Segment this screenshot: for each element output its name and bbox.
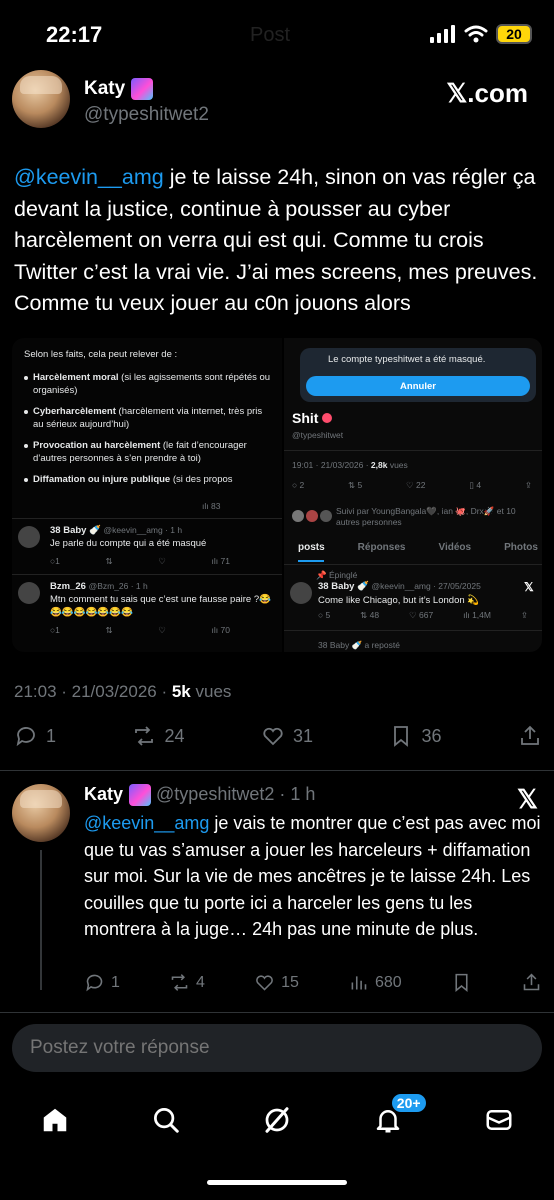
media-image-left[interactable]: Selon les faits, cela peut relever de : … [12, 338, 282, 652]
legal-item: Cyberharcèlement (harcèlement via intern… [24, 405, 274, 431]
reply-header: Katy @typeshitwet2 · 1 h [84, 784, 315, 807]
bookmark-button[interactable]: 36 [389, 724, 442, 748]
x-com-logo: 𝕏.com [446, 78, 528, 108]
mini-reply: 38 Baby 🍼 @keevin__amg · 1 h Je parle du… [18, 524, 276, 567]
mini-pinned-stats: ○ 5 ⇅ 48 ♡ 667 ılı 1,4M ⇪ [318, 610, 528, 620]
mini-pinned-header: 38 Baby 🍼 @keevin__amg · 27/05/2025 [318, 581, 481, 592]
name-emoji-icon [131, 78, 154, 100]
nav-home[interactable] [35, 1100, 75, 1140]
mini-pinned-text: Come like Chicago, but it’s London 💫 [318, 595, 480, 606]
mini-profile-handle: @typeshitwet [292, 430, 344, 440]
tweet-meta: 21:03 · 21/03/2026 · 5k vues [14, 682, 232, 701]
search-icon [154, 1108, 179, 1133]
repost-button[interactable]: 24 [132, 724, 185, 748]
divider [0, 770, 554, 771]
masked-text: Le compte typeshitwet a été masqué. [328, 354, 486, 365]
bookmark-icon [455, 973, 468, 993]
reply-icon [86, 974, 103, 992]
repost-icon [135, 726, 154, 746]
notifications-badge: 20+ [389, 1092, 428, 1114]
legal-item: Diffamation ou injure publique (si des p… [24, 473, 274, 485]
divider [0, 1012, 554, 1013]
mini-repost-footer: 38 Baby 🍼 a reposté [318, 640, 400, 650]
wifi-icon [464, 25, 488, 43]
reply-icon [16, 727, 35, 747]
nav-notifications[interactable]: 20+ [368, 1092, 428, 1140]
repost-icon [171, 974, 188, 991]
battery-icon: 20 [496, 24, 532, 44]
header-ghost-title: Post [250, 24, 291, 46]
reply-author-avatar[interactable] [12, 784, 70, 842]
reply-actions: 1 4 15 680 [84, 972, 542, 993]
views-icon [351, 976, 367, 990]
name-emoji-icon [129, 784, 152, 807]
reply-button[interactable]: 1 [84, 972, 120, 993]
reply-button[interactable]: 1 [14, 724, 56, 748]
mini-x-logo: 𝕏 [524, 580, 534, 594]
mini-views: ılı 83 [202, 501, 221, 511]
nav-search[interactable] [146, 1100, 186, 1140]
masked-banner: Le compte typeshitwet a été masqué. Annu… [300, 348, 536, 402]
reply-input[interactable] [12, 1024, 542, 1072]
mail-icon [486, 1110, 512, 1130]
legal-item: Harcèlement moral (si les agissements so… [24, 371, 274, 397]
media-image-right[interactable]: Le compte typeshitwet a été masqué. Annu… [284, 338, 542, 652]
share-button[interactable] [518, 724, 542, 748]
reply-tweet[interactable]: Katy @typeshitwet2 · 1 h 𝕏 @keevin__amg … [12, 784, 542, 1004]
status-bar: 22:17 Post 20 [0, 0, 554, 70]
bottom-nav: 20+ [0, 1090, 554, 1150]
mini-follower-avatars [292, 510, 332, 522]
mini-profile-name: Shit [292, 410, 333, 426]
nav-grok[interactable] [257, 1100, 297, 1140]
share-icon [523, 973, 540, 991]
mini-profile-tabs: posts Réponses Vidéos Photos [298, 542, 538, 553]
like-button[interactable]: 15 [254, 972, 299, 993]
heart-icon [263, 727, 283, 746]
legal-intro: Selon les faits, cela peut relever de : [24, 349, 178, 360]
mini-cancel-button: Annuler [306, 376, 530, 396]
repost-button[interactable]: 4 [169, 972, 205, 993]
tweet-text: @keevin__amg je te laisse 24h, sinon on … [14, 165, 538, 315]
status-time: 22:17 [46, 22, 103, 47]
like-button[interactable]: 31 [261, 724, 313, 748]
author-handle[interactable]: @typeshitwet2 [84, 104, 209, 126]
mini-date-line: 19:01 · 21/03/2026 · 2,8k vues [292, 460, 408, 470]
views-button[interactable]: 680 [348, 972, 402, 993]
bookmark-icon [394, 726, 409, 747]
mention-link[interactable]: @keevin__amg [14, 165, 164, 189]
mini-avatar [18, 526, 40, 548]
bookmark-button[interactable] [451, 972, 472, 993]
heart-icon [256, 975, 273, 991]
home-icon [44, 1108, 67, 1132]
nav-messages[interactable] [479, 1100, 519, 1140]
mention-link[interactable]: @keevin__amg [84, 813, 209, 833]
share-button[interactable] [521, 972, 542, 993]
reply-text: @keevin__amg je vais te montrer que c’es… [84, 813, 541, 939]
tweet-media[interactable]: Selon les faits, cela peut relever de : … [12, 338, 542, 652]
mini-avatar [18, 582, 40, 604]
legal-item: Provocation au harcèlement (le fait d’en… [24, 439, 274, 465]
grok-icon [265, 1107, 289, 1133]
author-name[interactable]: Katy [84, 78, 154, 100]
thread-line [40, 850, 42, 990]
legal-list: Selon les faits, cela peut relever de : … [24, 348, 274, 493]
share-icon [521, 725, 539, 745]
mini-pinned-avatar [290, 582, 312, 604]
tweet-header: Katy @typeshitwet2 𝕏.com [12, 70, 542, 130]
author-avatar[interactable] [12, 70, 70, 128]
tweet-actions: 1 24 31 36 [14, 724, 542, 748]
signal-icon [430, 25, 455, 43]
status-icons: 20 [430, 24, 532, 44]
home-indicator [207, 1180, 347, 1185]
mini-followed-by: Suivi par YoungBangala🖤, ian 🐙, Drx🚀 et … [336, 506, 516, 527]
mini-stats: ○ 2 ⇅ 5 ♡ 22 ▯ 4 ⇪ [292, 480, 532, 490]
mini-reply: Bzm_26 @Bzm_26 · 1 h Mtn comment tu sais… [18, 580, 276, 636]
